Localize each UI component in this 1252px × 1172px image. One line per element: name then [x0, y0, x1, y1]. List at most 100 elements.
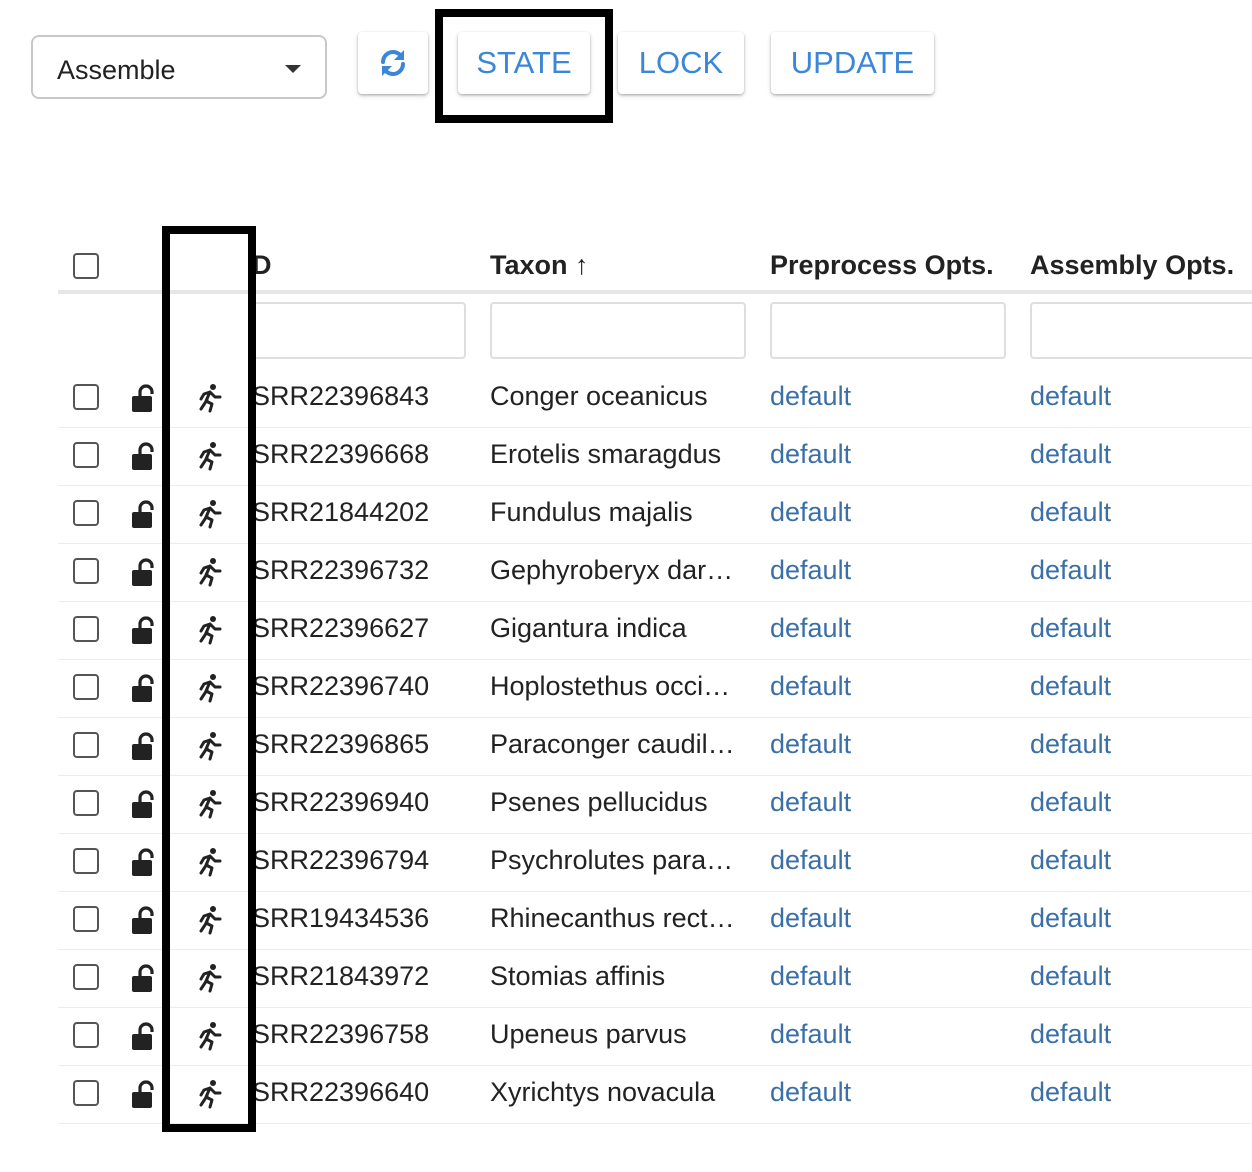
- id-filter-input[interactable]: [252, 302, 466, 359]
- row-taxon: Psychrolutes para…: [490, 845, 734, 875]
- running-icon[interactable]: [196, 615, 224, 645]
- unlocked-icon[interactable]: [131, 499, 161, 529]
- lock-button[interactable]: LOCK: [618, 32, 744, 94]
- running-icon[interactable]: [196, 1079, 224, 1109]
- refresh-button[interactable]: [358, 32, 428, 94]
- table-row[interactable]: SRR22396843 Conger oceanicus default def…: [58, 369, 1252, 428]
- running-icon[interactable]: [196, 1021, 224, 1051]
- running-icon[interactable]: [196, 905, 224, 935]
- row-preprocess-link[interactable]: default: [770, 903, 990, 934]
- row-preprocess-link[interactable]: default: [770, 845, 990, 876]
- unlocked-icon[interactable]: [131, 557, 161, 587]
- mode-select[interactable]: Assemble: [31, 35, 327, 99]
- row-checkbox[interactable]: [73, 848, 99, 874]
- row-assembly-link[interactable]: default: [1030, 903, 1250, 934]
- taxon-filter-input[interactable]: [490, 302, 746, 359]
- row-checkbox[interactable]: [73, 674, 99, 700]
- row-assembly-link[interactable]: default: [1030, 787, 1250, 818]
- table-row[interactable]: SRR22396732 Gephyroberyx dar… default de…: [58, 543, 1252, 602]
- row-checkbox[interactable]: [73, 1080, 99, 1106]
- table-row[interactable]: SRR22396758 Upeneus parvus default defau…: [58, 1007, 1252, 1066]
- row-checkbox[interactable]: [73, 442, 99, 468]
- row-checkbox[interactable]: [73, 1022, 99, 1048]
- preprocess-filter-input[interactable]: [770, 302, 1006, 359]
- unlocked-icon[interactable]: [131, 673, 161, 703]
- row-id: SRR19434536: [252, 903, 430, 933]
- unlocked-icon[interactable]: [131, 383, 161, 413]
- row-preprocess-link[interactable]: default: [770, 1077, 990, 1108]
- row-assembly-link[interactable]: default: [1030, 1077, 1250, 1108]
- row-assembly-link[interactable]: default: [1030, 845, 1250, 876]
- table-row[interactable]: SRR21843972 Stomias affinis default defa…: [58, 949, 1252, 1008]
- row-preprocess-link[interactable]: default: [770, 497, 990, 528]
- row-preprocess-link[interactable]: default: [770, 961, 990, 992]
- row-checkbox[interactable]: [73, 616, 99, 642]
- column-header-taxon[interactable]: Taxon ↑: [490, 250, 589, 281]
- row-assembly-link[interactable]: default: [1030, 555, 1250, 586]
- unlocked-icon[interactable]: [131, 789, 161, 819]
- row-assembly-link[interactable]: default: [1030, 961, 1250, 992]
- row-preprocess-link[interactable]: default: [770, 1019, 990, 1050]
- running-icon[interactable]: [196, 441, 224, 471]
- row-id: SRR22396732: [252, 555, 430, 585]
- row-assembly-link[interactable]: default: [1030, 613, 1250, 644]
- unlocked-icon[interactable]: [131, 847, 161, 877]
- row-id: SRR22396794: [252, 845, 430, 875]
- column-header-assembly[interactable]: Assembly Opts.: [1030, 250, 1234, 281]
- update-button[interactable]: UPDATE: [771, 32, 934, 94]
- table-row[interactable]: SRR22396668 Erotelis smaragdus default d…: [58, 427, 1252, 486]
- row-preprocess-link[interactable]: default: [770, 787, 990, 818]
- row-taxon: Gephyroberyx dar…: [490, 555, 734, 585]
- unlocked-icon[interactable]: [131, 731, 161, 761]
- running-icon[interactable]: [196, 673, 224, 703]
- unlocked-icon[interactable]: [131, 963, 161, 993]
- running-icon[interactable]: [196, 731, 224, 761]
- table-row[interactable]: SRR22396940 Psenes pellucidus default de…: [58, 775, 1252, 834]
- row-checkbox[interactable]: [73, 500, 99, 526]
- table-row[interactable]: SRR22396865 Paraconger caudil… default d…: [58, 717, 1252, 776]
- unlocked-icon[interactable]: [131, 1079, 161, 1109]
- row-assembly-link[interactable]: default: [1030, 381, 1250, 412]
- select-all-checkbox[interactable]: [73, 253, 99, 279]
- unlocked-icon[interactable]: [131, 441, 161, 471]
- row-taxon: Psenes pellucidus: [490, 787, 708, 817]
- unlocked-icon[interactable]: [131, 905, 161, 935]
- row-assembly-link[interactable]: default: [1030, 439, 1250, 470]
- running-icon[interactable]: [196, 963, 224, 993]
- row-id: SRR22396668: [252, 439, 430, 469]
- table-row[interactable]: SRR22396740 Hoplostethus occi… default d…: [58, 659, 1252, 718]
- row-assembly-link[interactable]: default: [1030, 1019, 1250, 1050]
- table-row[interactable]: SRR22396794 Psychrolutes para… default d…: [58, 833, 1252, 892]
- running-icon[interactable]: [196, 557, 224, 587]
- running-icon[interactable]: [196, 789, 224, 819]
- unlocked-icon[interactable]: [131, 1021, 161, 1051]
- state-button[interactable]: STATE: [458, 32, 590, 94]
- row-taxon: Fundulus majalis: [490, 497, 693, 527]
- row-checkbox[interactable]: [73, 790, 99, 816]
- row-preprocess-link[interactable]: default: [770, 381, 990, 412]
- row-checkbox[interactable]: [73, 558, 99, 584]
- row-checkbox[interactable]: [73, 384, 99, 410]
- row-checkbox[interactable]: [73, 732, 99, 758]
- row-preprocess-link[interactable]: default: [770, 729, 990, 760]
- row-assembly-link[interactable]: default: [1030, 497, 1250, 528]
- row-preprocess-link[interactable]: default: [770, 439, 990, 470]
- running-icon[interactable]: [196, 847, 224, 877]
- column-header-id[interactable]: D: [252, 250, 272, 281]
- unlocked-icon[interactable]: [131, 615, 161, 645]
- running-icon[interactable]: [196, 383, 224, 413]
- table-row[interactable]: SRR21844202 Fundulus majalis default def…: [58, 485, 1252, 544]
- row-preprocess-link[interactable]: default: [770, 613, 990, 644]
- column-header-preprocess[interactable]: Preprocess Opts.: [770, 250, 994, 281]
- assembly-filter-input[interactable]: [1030, 302, 1252, 359]
- row-checkbox[interactable]: [73, 906, 99, 932]
- row-preprocess-link[interactable]: default: [770, 671, 990, 702]
- table-row[interactable]: SRR19434536 Rhinecanthus rect… default d…: [58, 891, 1252, 950]
- row-preprocess-link[interactable]: default: [770, 555, 990, 586]
- row-checkbox[interactable]: [73, 964, 99, 990]
- table-row[interactable]: SRR22396627 Gigantura indica default def…: [58, 601, 1252, 660]
- row-assembly-link[interactable]: default: [1030, 729, 1250, 760]
- row-assembly-link[interactable]: default: [1030, 671, 1250, 702]
- running-icon[interactable]: [196, 499, 224, 529]
- table-row[interactable]: SRR22396640 Xyrichtys novacula default d…: [58, 1065, 1252, 1124]
